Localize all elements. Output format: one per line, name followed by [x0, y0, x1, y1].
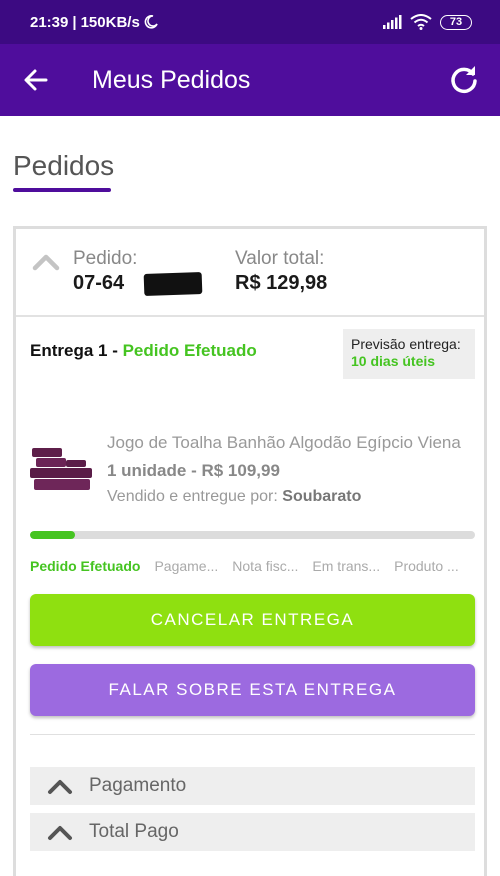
delivery-status: Pedido Efetuado: [122, 341, 257, 360]
delivery-progress-bar: [30, 531, 475, 539]
step-invoice: Nota fisc...: [232, 558, 299, 574]
signal-icon: [383, 15, 402, 29]
order-total-label: Valor total:: [235, 248, 325, 269]
delivery-title: Entrega 1 - Pedido Efetuado: [30, 341, 257, 361]
payment-section-label: Pagamento: [89, 775, 187, 796]
refresh-icon[interactable]: [448, 63, 480, 95]
step-in-transit: Em trans...: [312, 558, 381, 574]
product-name[interactable]: Jogo de Toalha Banhão Algodão Egípcio Vi…: [107, 433, 479, 453]
order-number-value: 07-64: [73, 272, 125, 294]
product-thumbnail[interactable]: [28, 444, 94, 492]
talk-about-delivery-button[interactable]: FALAR SOBRE ESTA ENTREGA: [30, 664, 475, 716]
status-speed: 150KB/s: [80, 13, 140, 31]
battery-indicator: 73: [440, 14, 472, 30]
chevron-up-icon: [48, 826, 72, 840]
step-order-placed: Pedido Efetuado: [30, 558, 141, 574]
divider: [30, 734, 475, 735]
order-number-label: Pedido:: [73, 248, 138, 269]
redaction-mark: [143, 271, 203, 297]
delivery-steps: Pedido Efetuado Pagame... Nota fisc... E…: [30, 558, 480, 574]
delivery-progress-fill: [30, 531, 75, 539]
chevron-up-icon: [48, 780, 72, 794]
step-payment: Pagame...: [154, 558, 219, 574]
wifi-icon: [410, 14, 432, 30]
product-seller: Vendido e entregue por: Soubarato: [107, 488, 361, 506]
total-paid-section-label: Total Pago: [89, 821, 179, 842]
step-product-delivered: Produto ...: [394, 558, 459, 574]
forecast-label: Previsão entrega:: [351, 336, 461, 352]
delivery-forecast: Previsão entrega: 10 dias úteis: [343, 329, 475, 379]
delivery-label: Entrega 1 -: [30, 341, 118, 360]
status-bar: 21:39 | 150KB/s 73: [0, 0, 500, 44]
status-right: 73: [382, 14, 472, 30]
cancel-delivery-button[interactable]: CANCELAR ENTREGA: [30, 594, 475, 646]
status-separator: |: [72, 13, 77, 31]
back-arrow-icon[interactable]: [22, 66, 50, 94]
total-paid-section[interactable]: Total Pago: [30, 813, 475, 851]
chevron-up-icon[interactable]: [32, 251, 60, 271]
page-title: Meus Pedidos: [92, 66, 251, 94]
order-total-value: R$ 129,98: [235, 272, 328, 294]
order-header[interactable]: Pedido: 07-64 Valor total: R$ 129,98: [16, 229, 484, 317]
section-underline: [13, 188, 111, 192]
section-title: Pedidos: [13, 150, 115, 181]
product-quantity-price: 1 unidade - R$ 109,99: [107, 461, 280, 480]
payment-section[interactable]: Pagamento: [30, 767, 475, 805]
status-left: 21:39 | 150KB/s: [30, 14, 158, 31]
seller-name: Soubarato: [282, 488, 362, 505]
order-card: Pedido: 07-64 Valor total: R$ 129,98 Ent…: [13, 226, 487, 876]
seller-label: Vendido e entregue por:: [107, 488, 278, 505]
app-bar: Meus Pedidos: [0, 44, 500, 116]
status-time: 21:39: [30, 13, 69, 31]
moon-icon: [144, 15, 158, 29]
forecast-value: 10 dias úteis: [351, 353, 436, 369]
